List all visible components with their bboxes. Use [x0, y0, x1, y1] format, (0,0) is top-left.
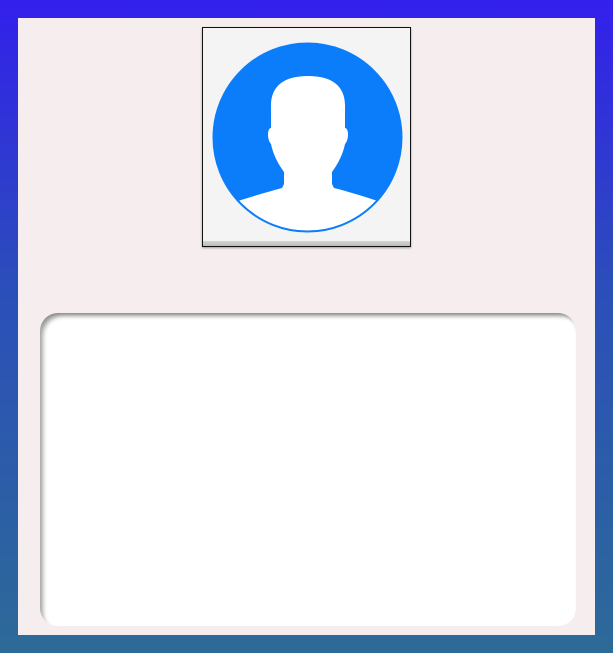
text-input-area[interactable]: [40, 313, 576, 626]
content-panel: [18, 18, 595, 635]
profile-photo[interactable]: [202, 27, 411, 247]
user-silhouette-icon: [212, 42, 403, 233]
